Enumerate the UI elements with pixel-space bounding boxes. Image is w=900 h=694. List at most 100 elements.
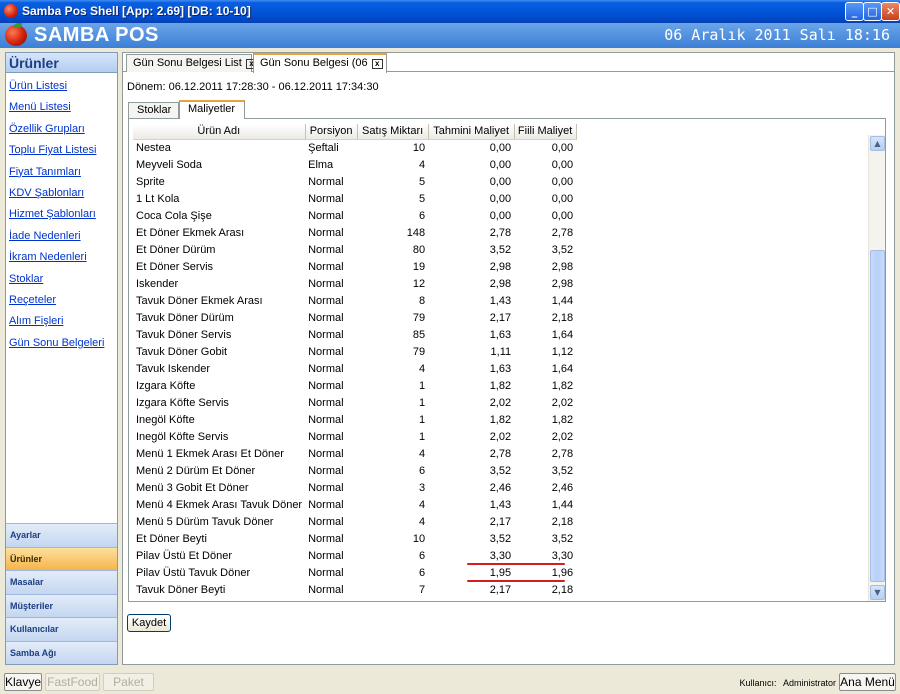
section-kullanicilar[interactable]: Kullanıcılar xyxy=(6,617,117,641)
cell-satis-miktari: 6 xyxy=(418,464,426,477)
table-row[interactable]: Tavuk Döner Ekmek Arası Normal 8 1,43 1,44 xyxy=(133,292,576,309)
table-row[interactable]: Tavuk Döner Beyti Normal 7 2,17 2,18 xyxy=(133,581,576,598)
cell-urun-adi: Coca Cola Şişe xyxy=(136,209,212,222)
table-row[interactable]: Menü 3 Gobit Et Döner Normal 3 2,46 2,46 xyxy=(133,479,576,496)
scroll-down-icon[interactable]: ▼ xyxy=(870,585,885,600)
cell-tahmini-maliyet: 2,98 xyxy=(489,277,512,290)
column-header-satis-miktari[interactable]: Satış Miktarı xyxy=(357,124,429,140)
column-header-porsiyon[interactable]: Porsiyon xyxy=(305,124,358,140)
table-row[interactable]: Pilav Üstü Et Döner Normal 6 3,30 3,30 xyxy=(133,547,576,564)
cell-urun-adi: Menü 3 Gobit Et Döner xyxy=(136,481,249,494)
table-row[interactable]: Tavuk Iskender Normal 4 1,63 1,64 xyxy=(133,360,576,377)
table-row[interactable]: Menü 2 Dürüm Et Döner Normal 6 3,52 3,52 xyxy=(133,462,576,479)
table-row[interactable]: Meyveli Soda Elma 4 0,00 0,00 xyxy=(133,156,576,173)
table-row[interactable]: Et Döner Beyti Normal 10 3,52 3,52 xyxy=(133,530,576,547)
section-musteriler[interactable]: Müşteriler xyxy=(6,593,117,617)
cell-tahmini-maliyet: 2,78 xyxy=(489,226,512,239)
table-row[interactable]: Et Döner Servis Normal 19 2,98 2,98 xyxy=(133,258,576,275)
table-row[interactable]: Sprite Normal 5 0,00 0,00 xyxy=(133,173,576,190)
cell-tahmini-maliyet: 0,00 xyxy=(489,175,512,188)
cell-tahmini-maliyet: 1,43 xyxy=(489,498,512,511)
table-row[interactable]: Izgara Köfte Servis Normal 1 2,02 2,02 xyxy=(133,394,576,411)
cell-satis-miktari: 4 xyxy=(418,515,426,528)
cell-satis-miktari: 5 xyxy=(418,192,426,205)
table-row[interactable]: Izgara Köfte Normal 1 1,82 1,82 xyxy=(133,377,576,394)
save-button[interactable]: Kaydet xyxy=(127,614,171,632)
keyboard-button[interactable]: Klavye xyxy=(4,673,42,691)
cell-porsiyon: Elma xyxy=(308,158,334,171)
cell-fiili-maliyet: 3,52 xyxy=(551,532,574,545)
table-row[interactable]: Et Döner Dürüm Normal 80 3,52 3,52 xyxy=(133,241,576,258)
close-tab-icon[interactable]: x xyxy=(371,59,383,69)
table-row[interactable]: Tavuk Döner Dürüm Normal 79 2,17 2,18 xyxy=(133,309,576,326)
sidebar-link-menu-listesi[interactable]: Menü Listesi xyxy=(6,97,117,118)
cell-tahmini-maliyet: 1,11 xyxy=(490,345,512,358)
tab-maliyetler[interactable]: Maliyetler xyxy=(179,100,245,119)
cell-urun-adi: Izgara Köfte Servis xyxy=(136,396,229,409)
main-menu-button[interactable]: Ana Menü xyxy=(839,673,896,691)
column-header-tahmini-maliyet[interactable]: Tahmini Maliyet xyxy=(428,124,515,140)
sidebar-link-ozellik-gruplari[interactable]: Özellik Grupları xyxy=(6,119,117,140)
sidebar-link-fiyat-tanimlari[interactable]: Fiyat Tanımları xyxy=(6,162,117,183)
section-ayarlar[interactable]: Ayarlar xyxy=(6,523,117,547)
table-row[interactable]: Menü 5 Dürüm Tavuk Döner Normal 4 2,17 2,18 xyxy=(133,513,576,530)
section-samba-agi[interactable]: Samba Ağı xyxy=(6,640,117,664)
table-row[interactable]: Nestea Şeftali 10 0,00 0,00 xyxy=(133,139,576,156)
table-row[interactable]: Coca Cola Şişe Normal 6 0,00 0,00 xyxy=(133,207,576,224)
tab-gun-sonu-belgesi[interactable]: Gün Sonu Belgesi (06 x xyxy=(253,53,387,73)
cell-porsiyon: Normal xyxy=(308,481,344,494)
table-row[interactable]: Menü 4 Ekmek Arası Tavuk Döner Normal 4 1,4… xyxy=(133,496,576,513)
column-header-fiili-maliyet[interactable]: Fiili Maliyet xyxy=(514,124,577,140)
cell-fiili-maliyet: 1,82 xyxy=(551,413,574,426)
cell-fiili-maliyet: 2,78 xyxy=(551,447,574,460)
cell-satis-miktari: 85 xyxy=(412,328,426,341)
table-row[interactable]: Menü 1 Ekmek Arası Et Döner Normal 4 2,78 2,… xyxy=(133,445,576,462)
paket-button[interactable]: Paket xyxy=(103,673,154,691)
sidebar-link-receteler[interactable]: Reçeteler xyxy=(6,290,117,311)
cell-fiili-maliyet: 2,78 xyxy=(551,226,574,239)
table-row[interactable]: Inegöl Köfte Normal 1 1,82 1,82 xyxy=(133,411,576,428)
tab-gun-sonu-belgesi-list[interactable]: Gün Sonu Belgesi List x xyxy=(126,54,257,72)
sidebar-link-alim-fisleri[interactable]: Alım Fişleri xyxy=(6,311,117,332)
cell-urun-adi: Tavuk Döner Dürüm xyxy=(136,311,234,324)
cell-tahmini-maliyet: 2,98 xyxy=(489,260,512,273)
scroll-thumb[interactable] xyxy=(870,250,885,582)
cell-tahmini-maliyet: 2,17 xyxy=(489,583,512,596)
cell-satis-miktari: 6 xyxy=(418,209,426,222)
table-row[interactable]: 1 Lt Kola Normal 5 0,00 0,00 xyxy=(133,190,576,207)
table-row[interactable]: Iskender Normal 12 2,98 2,98 xyxy=(133,275,576,292)
column-header-urun-adi[interactable]: Ürün Adı xyxy=(133,124,306,140)
cell-satis-miktari: 148 xyxy=(406,226,426,239)
sidebar-link-urun-listesi[interactable]: Ürün Listesi xyxy=(6,76,117,97)
tab-stoklar[interactable]: Stoklar xyxy=(128,102,179,118)
cell-urun-adi: Inegöl Köfte Servis xyxy=(136,430,229,443)
cell-porsiyon: Normal xyxy=(308,362,344,375)
scroll-up-icon[interactable]: ▲ xyxy=(870,136,885,151)
table-row[interactable]: Pilav Üstü Tavuk Döner Normal 6 1,95 1,96 xyxy=(133,564,576,581)
cell-satis-miktari: 10 xyxy=(412,532,426,545)
cell-fiili-maliyet: 1,64 xyxy=(551,362,574,375)
table-row[interactable]: Tavuk Döner Servis Normal 85 1,63 1,64 xyxy=(133,326,576,343)
table-row[interactable]: Inegöl Köfte Servis Normal 1 2,02 2,02 xyxy=(133,428,576,445)
fastfood-button[interactable]: FastFood xyxy=(45,673,100,691)
vertical-scrollbar[interactable]: ▲ ▼ xyxy=(868,135,885,601)
cell-porsiyon: Normal xyxy=(308,209,344,222)
section-urunler[interactable]: Ürünler xyxy=(6,546,117,570)
sidebar-link-toplu-fiyat-listesi[interactable]: Toplu Fiyat Listesi xyxy=(6,140,117,161)
cell-porsiyon: Normal xyxy=(308,294,344,307)
section-masalar[interactable]: Masalar xyxy=(6,570,117,594)
sidebar-link-gun-sonu-belgeleri[interactable]: Gün Sonu Belgeleri xyxy=(6,333,117,354)
cell-satis-miktari: 1 xyxy=(418,396,426,409)
sidebar-link-kdv-sablonlari[interactable]: KDV Şablonları xyxy=(6,183,117,204)
sidebar-link-stoklar[interactable]: Stoklar xyxy=(6,269,117,290)
close-button[interactable]: ✕ xyxy=(881,2,900,21)
sidebar-link-hizmet-sablonlari[interactable]: Hizmet Şablonları xyxy=(6,204,117,225)
maximize-button[interactable]: □ xyxy=(863,2,882,21)
table-row[interactable]: Tavuk Döner Gobit Normal 79 1,11 1,12 xyxy=(133,343,576,360)
minimize-button[interactable]: _ xyxy=(845,2,864,21)
sidebar-link-ikram-nedenleri[interactable]: İkram Nedenleri xyxy=(6,247,117,268)
title-bar: Samba Pos Shell [App: 2.69] [DB: 10-10] … xyxy=(0,0,900,23)
table-row[interactable]: Et Döner Ekmek Arası Normal 148 2,78 2,78 xyxy=(133,224,576,241)
cell-fiili-maliyet: 1,44 xyxy=(551,294,574,307)
sidebar-link-iade-nedenleri[interactable]: İade Nedenleri xyxy=(6,226,117,247)
